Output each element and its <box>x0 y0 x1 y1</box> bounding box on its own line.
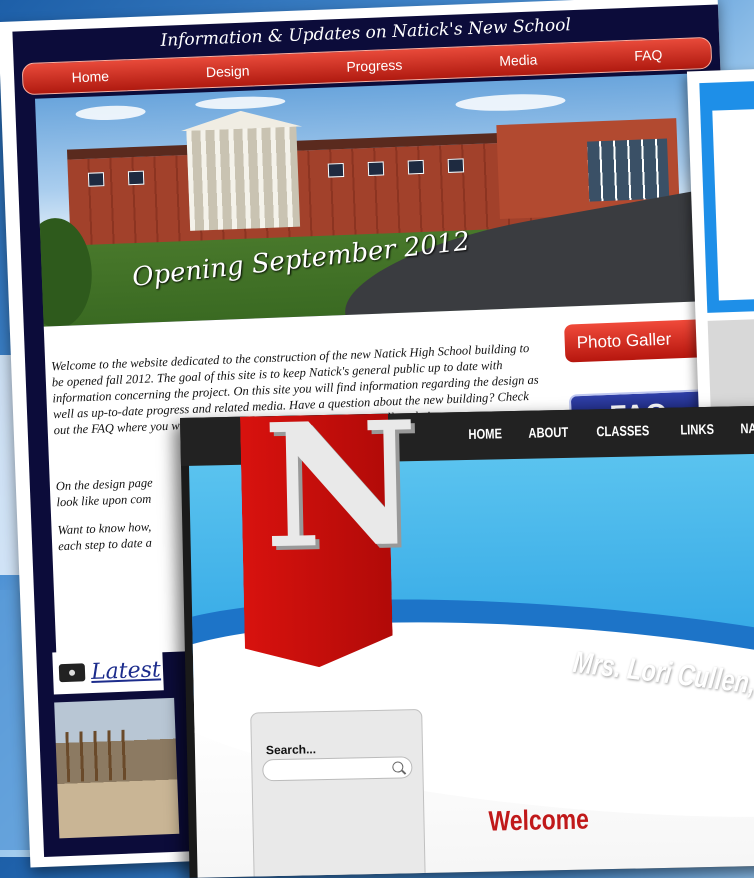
welcome-heading: Welcome <box>488 803 590 837</box>
window-content <box>712 108 754 301</box>
window <box>127 170 145 186</box>
camera-icon <box>58 663 86 683</box>
glass-facade <box>587 138 670 202</box>
nav-about[interactable]: ABOUT <box>528 424 568 441</box>
window <box>447 158 465 173</box>
nav-faq[interactable]: FAQ <box>634 47 663 64</box>
logo-letter: N <box>261 384 421 588</box>
nav-natick[interactable]: NATI <box>740 420 754 437</box>
search-input[interactable] <box>262 756 413 782</box>
window <box>327 162 345 178</box>
nav-classes[interactable]: CLASSES <box>596 422 649 439</box>
teacher-nav: HOME ABOUT CLASSES LINKS NATI <box>468 420 754 442</box>
sidebar-panel: Search... <box>250 708 426 878</box>
building-entrance <box>186 124 301 231</box>
window <box>407 159 425 175</box>
construction-photo[interactable] <box>54 697 180 839</box>
cloud <box>195 95 286 111</box>
latest-section-header: Latest <box>52 648 164 695</box>
nav-home[interactable]: HOME <box>468 425 502 442</box>
nav-links[interactable]: LINKS <box>680 421 714 438</box>
nav-design[interactable]: Design <box>206 63 250 81</box>
window <box>367 161 385 177</box>
cloud <box>455 92 566 113</box>
cloud <box>75 104 146 122</box>
latest-link[interactable]: Latest <box>91 657 162 685</box>
partial-window-screenshot <box>686 68 754 422</box>
search-icon[interactable] <box>392 761 404 773</box>
nav-progress[interactable]: Progress <box>346 57 403 75</box>
window <box>87 172 105 187</box>
nav-home[interactable]: Home <box>71 68 109 85</box>
search-label: Search... <box>265 742 317 758</box>
teacher-site-screenshot: HOME ABOUT CLASSES LINKS NATI Mrs. Lori … <box>180 384 754 878</box>
window-footer <box>707 318 754 411</box>
hero-image: Opening September 2012 <box>34 72 730 327</box>
nav-media[interactable]: Media <box>499 51 538 68</box>
photo-gallery-button[interactable]: Photo Galler <box>564 319 706 363</box>
